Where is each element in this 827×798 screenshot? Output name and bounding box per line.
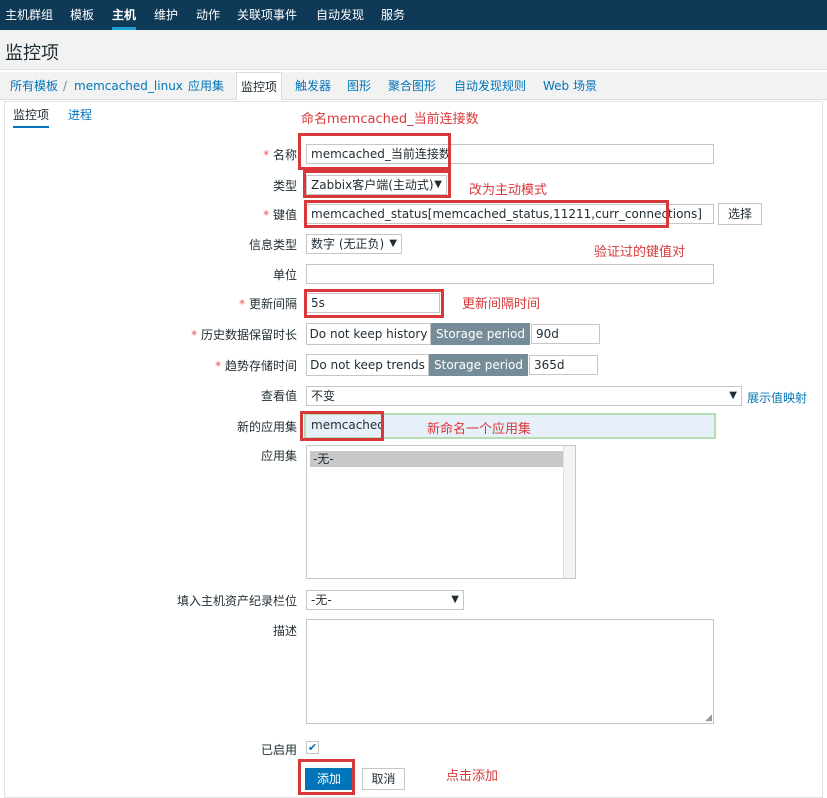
interval-input[interactable]: 5s <box>306 293 440 313</box>
crumb-web-scenarios[interactable]: Web 场景 <box>543 72 597 100</box>
info-type-select[interactable]: 数字 (无正负) ▼ <box>306 234 402 254</box>
units-input[interactable] <box>306 264 714 284</box>
trends-period-input[interactable]: 365d <box>529 355 598 375</box>
apps-scrollbar[interactable] <box>563 446 575 578</box>
name-label: * 名称 <box>263 148 297 162</box>
inventory-select[interactable]: -无- ▼ <box>306 590 464 610</box>
crumb-screens[interactable]: 聚合图形 <box>388 72 436 100</box>
apps-option-none[interactable]: -无- <box>310 451 564 467</box>
crumb-applications[interactable]: 应用集 <box>188 72 224 100</box>
note-new-app: 新命名一个应用集 <box>427 422 532 437</box>
note-name: 命名memcached_当前连接数 <box>301 112 479 127</box>
page-header: 监控项 <box>0 30 827 70</box>
nav-services[interactable]: 服务 <box>381 0 405 30</box>
crumb-all-templates[interactable]: 所有模板 <box>10 72 58 100</box>
units-label: 单位 <box>272 268 297 282</box>
chevron-down-icon: ▼ <box>389 238 397 249</box>
show-valuemap-link[interactable]: 展示值映射 <box>747 389 807 406</box>
breadcrumb: 所有模板 / memcached_linux 应用集 监控项 触发器 图形 聚合… <box>0 72 827 100</box>
chevron-down-icon: ▼ <box>451 594 459 605</box>
trends-label: * 趋势存储时间 <box>215 359 297 373</box>
new-app-label: 新的应用集 <box>236 420 297 434</box>
add-button[interactable]: 添加 <box>305 768 353 790</box>
key-input[interactable]: memcached_status[memcached_status,11211,… <box>306 204 714 224</box>
type-label: 类型 <box>272 179 297 193</box>
name-input[interactable]: memcached_当前连接数 <box>306 144 714 164</box>
enabled-checkbox[interactable]: ✔ <box>306 741 319 754</box>
trends-storage-period-button[interactable]: Storage period <box>429 354 528 376</box>
note-key: 验证过的键值对 <box>594 245 686 260</box>
history-do-not-keep-button[interactable]: Do not keep history <box>306 323 431 345</box>
nav-event-correlation[interactable]: 关联项事件 <box>237 0 297 30</box>
note-interval: 更新间隔时间 <box>462 297 541 312</box>
key-label: * 键值 <box>263 208 297 222</box>
crumb-separator: / <box>63 79 68 93</box>
chevron-down-icon: ▼ <box>434 179 442 190</box>
history-period-input[interactable]: 90d <box>531 324 600 344</box>
type-select[interactable]: Zabbix客户端(主动式) ▼ <box>306 175 447 195</box>
chevron-down-icon: ▼ <box>729 390 737 401</box>
inventory-label: 填入主机资产纪录栏位 <box>176 594 297 608</box>
tab-item[interactable]: 监控项 <box>13 106 50 128</box>
description-textarea[interactable]: ◢ <box>306 619 714 724</box>
crumb-template-name[interactable]: memcached_linux <box>74 72 183 100</box>
crumb-items[interactable]: 监控项 <box>236 72 283 100</box>
select-key-button[interactable]: 选择 <box>718 203 762 225</box>
nav-templates[interactable]: 模板 <box>70 0 94 30</box>
top-navigation: 主机群组 模板 主机 维护 动作 关联项事件 自动发现 服务 <box>0 0 827 30</box>
nav-actions[interactable]: 动作 <box>196 0 220 30</box>
interval-label: * 更新间隔 <box>239 297 297 311</box>
nav-host-groups[interactable]: 主机群组 <box>5 0 53 30</box>
nav-maintenance[interactable]: 维护 <box>154 0 178 30</box>
description-label: 描述 <box>272 624 297 638</box>
nav-discovery[interactable]: 自动发现 <box>316 0 364 30</box>
info-type-label: 信息类型 <box>248 238 297 252</box>
history-label: * 历史数据保留时长 <box>191 328 297 342</box>
enabled-label: 已启用 <box>260 743 297 757</box>
note-type: 改为主动模式 <box>469 183 548 198</box>
crumb-graphs[interactable]: 图形 <box>347 72 371 100</box>
apps-listbox[interactable]: -无- <box>306 445 576 579</box>
page-title: 监控项 <box>5 43 59 64</box>
valuemap-select[interactable]: 不变 ▼ <box>306 386 742 406</box>
crumb-triggers[interactable]: 触发器 <box>295 72 331 100</box>
resize-handle-icon[interactable]: ◢ <box>705 713 712 723</box>
apps-label: 应用集 <box>260 449 297 463</box>
history-storage-period-button[interactable]: Storage period <box>431 323 530 345</box>
note-add: 点击添加 <box>446 769 499 784</box>
valuemap-label: 查看值 <box>260 389 297 403</box>
nav-hosts[interactable]: 主机 <box>112 0 137 30</box>
cancel-button[interactable]: 取消 <box>362 768 405 790</box>
crumb-discovery-rules[interactable]: 自动发现规则 <box>454 72 526 100</box>
trends-do-not-keep-button[interactable]: Do not keep trends <box>306 354 429 376</box>
tab-preprocessing[interactable]: 进程 <box>68 106 92 128</box>
